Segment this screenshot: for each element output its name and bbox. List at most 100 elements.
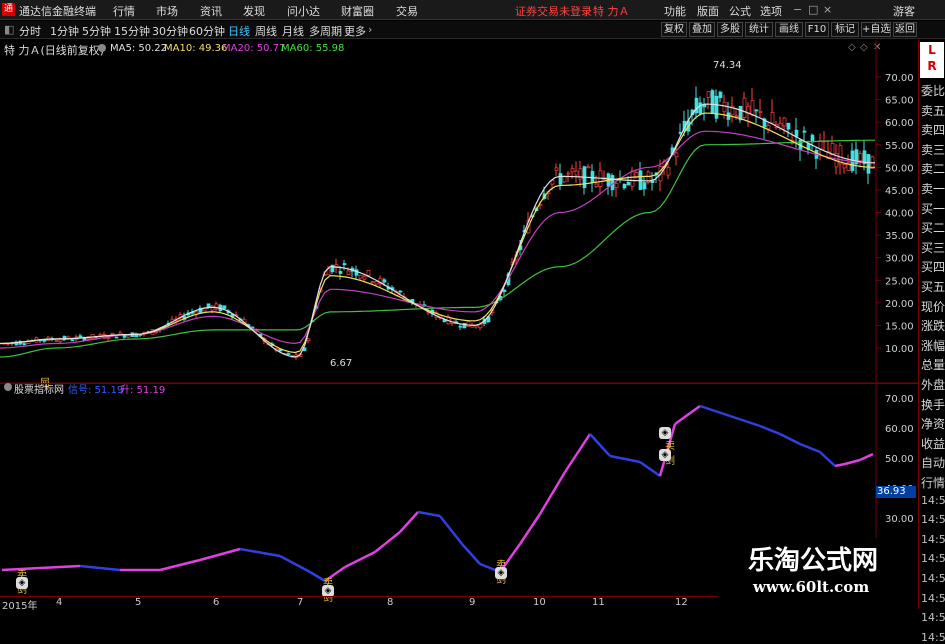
side-panel-item[interactable]: 卖二 — [921, 160, 945, 177]
candle-body — [782, 117, 787, 127]
candle-body — [718, 91, 723, 99]
side-panel-item[interactable]: 现价 — [921, 298, 945, 315]
overlay-button[interactable]: 叠加 — [689, 22, 715, 37]
side-panel-item[interactable]: 净资 — [921, 415, 945, 432]
guest-label[interactable]: 游客 — [893, 3, 915, 19]
side-panel-item[interactable]: 行情 — [921, 474, 945, 491]
period-tab-1min[interactable]: 1分钟 — [50, 23, 79, 39]
candle-body — [342, 263, 347, 266]
x-label: 6 — [213, 597, 220, 608]
f10-button[interactable]: F10 — [805, 22, 829, 37]
menu-item-market[interactable]: 市场 — [156, 3, 178, 19]
app-title: 通达信金融终端 — [19, 5, 96, 18]
side-panel-item[interactable]: 外盘 — [921, 376, 945, 393]
period-tab-daily[interactable]: 日线 — [228, 23, 250, 39]
gift-bag-icon: ◈ — [16, 577, 28, 589]
side-panel-item[interactable]: 卖三 — [921, 141, 945, 158]
side-panel-item[interactable]: 涨跌 — [921, 317, 945, 334]
side-panel-item[interactable]: 14:5 — [921, 494, 945, 507]
side-panel-item[interactable]: 卖四 — [921, 121, 945, 138]
adjust-button[interactable]: 复权 — [661, 22, 687, 37]
menu-item-trade[interactable]: 交易 — [396, 3, 418, 19]
candle-body — [22, 343, 27, 345]
side-panel-item[interactable]: 14:5 — [921, 513, 945, 526]
side-panel-item[interactable]: 14:5 — [921, 631, 945, 644]
candle-body — [362, 276, 367, 280]
side-panel-item[interactable]: 14:5 — [921, 611, 945, 624]
y-tick-label: 40.00 — [885, 209, 914, 220]
period-tab-15min[interactable]: 15分钟 — [114, 23, 150, 39]
candle-body — [626, 182, 631, 186]
side-panel-item[interactable]: 收益 — [921, 435, 945, 452]
add-favorite-button[interactable]: +自选 — [861, 22, 891, 37]
side-panel-item[interactable]: 换手 — [921, 396, 945, 413]
period-tab-30min[interactable]: 30分钟 — [152, 23, 188, 39]
menu-item-formula[interactable]: 公式 — [729, 3, 751, 19]
candle-body — [614, 183, 619, 188]
back-button[interactable]: 返回 — [893, 22, 917, 37]
candle-body — [86, 337, 91, 340]
candle-body — [742, 97, 747, 118]
menu-item-options[interactable]: 选项 — [760, 3, 782, 19]
side-panel-item[interactable]: 14:5 — [921, 572, 945, 585]
mark-button[interactable]: 标记 — [831, 22, 859, 37]
multi-stock-button[interactable]: 多股 — [717, 22, 743, 37]
side-panel-item[interactable]: 卖一 — [921, 180, 945, 197]
indicator-segment — [729, 414, 761, 428]
menu-item-news[interactable]: 资讯 — [200, 3, 222, 19]
side-panel-item[interactable]: 总量 — [921, 356, 945, 373]
maximize-icon[interactable]: □ — [808, 3, 818, 16]
period-tab-monthly[interactable]: 月线 — [282, 23, 304, 39]
candle-body — [114, 336, 119, 339]
side-panel-item[interactable]: 卖五 — [921, 102, 945, 119]
indicator-current-value: 36.93 — [876, 486, 916, 498]
side-panel-item[interactable]: 14:5 — [921, 592, 945, 605]
menu-item-functions[interactable]: 功能 — [664, 3, 686, 19]
y-tick-label: 35.00 — [885, 231, 914, 242]
period-tab-more[interactable]: 更多 — [344, 23, 366, 39]
side-panel-item[interactable]: 14:5 — [921, 552, 945, 565]
menu-item-assistant[interactable]: 问小达 — [287, 3, 320, 19]
period-tab-intraday[interactable]: 分时 — [19, 23, 41, 39]
side-panel-item[interactable]: 委比 — [921, 82, 945, 99]
period-tab-multi[interactable]: 多周期 — [309, 23, 342, 39]
side-logo[interactable]: L R — [920, 42, 944, 78]
side-panel-item[interactable]: 14:5 — [921, 533, 945, 546]
x-label: 7 — [297, 597, 304, 608]
candle-body — [830, 143, 835, 155]
side-panel-item[interactable]: 自动 — [921, 454, 945, 471]
x-label: 12 — [675, 597, 688, 608]
side-panel-item[interactable]: 买二 — [921, 219, 945, 236]
close-icon[interactable]: × — [823, 3, 832, 16]
side-panel-item[interactable]: 买四 — [921, 258, 945, 275]
menu-item-layout[interactable]: 版面 — [697, 3, 719, 19]
period-tab-5min[interactable]: 5分钟 — [82, 23, 111, 39]
candle-body — [698, 102, 703, 114]
menu-item-wealth[interactable]: 财富圈 — [341, 3, 374, 19]
period-tab-60min[interactable]: 60分钟 — [189, 23, 225, 39]
indicator-segment — [844, 458, 861, 466]
menu-item-discover[interactable]: 发现 — [243, 3, 265, 19]
side-panel-item[interactable]: 买五 — [921, 278, 945, 295]
candle-body — [666, 167, 671, 176]
indicator-segment — [538, 471, 567, 515]
candle-body — [722, 101, 727, 113]
indicator-segment — [199, 547, 241, 562]
indicator-segment — [819, 451, 836, 467]
period-tab-weekly[interactable]: 周线 — [255, 23, 277, 39]
side-panel-item[interactable]: 买三 — [921, 239, 945, 256]
x-label: 11 — [592, 597, 605, 608]
minimize-icon[interactable]: − — [793, 3, 802, 16]
indicator-segment — [159, 558, 201, 572]
login-status[interactable]: 证券交易未登录 — [515, 3, 592, 19]
chevron-right-icon[interactable]: › — [368, 23, 372, 36]
indicator-segment — [461, 543, 481, 565]
side-panel-item[interactable]: 涨幅 — [921, 337, 945, 354]
menu-item-quotes[interactable]: 行情 — [113, 3, 135, 19]
draw-line-button[interactable]: 画线 — [775, 22, 803, 37]
candlestick-chart[interactable]: 70.00 65.00 60.00 55.00 50.00 45.00 40.00 35.00… — [0, 40, 918, 384]
side-panel-item[interactable]: 买一 — [921, 200, 945, 217]
statistics-button[interactable]: 统计 — [745, 22, 773, 37]
candle-body — [502, 289, 507, 292]
candle-body — [366, 270, 371, 276]
